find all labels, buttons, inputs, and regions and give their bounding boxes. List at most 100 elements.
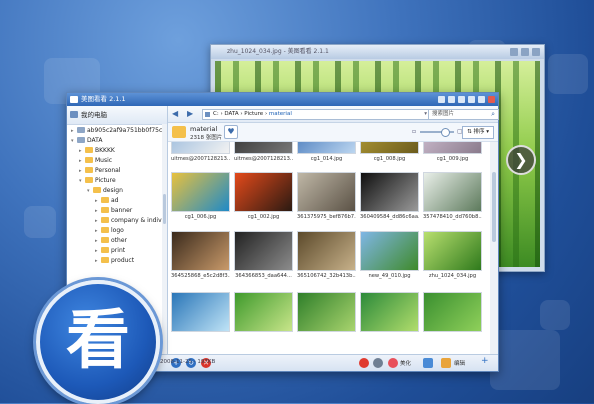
sidebar-item-label: Music (95, 157, 113, 164)
path-segment-current[interactable]: material (269, 111, 292, 117)
sidebar-tree-item[interactable]: ▸ ab905c2af9a751bb0f75c4fa (71, 126, 167, 135)
thumbnail-item[interactable]: cg1_008.jpg (360, 142, 419, 162)
thumbnail-image[interactable] (360, 231, 419, 271)
thumbnail-image[interactable] (171, 231, 230, 271)
close-icon[interactable] (532, 48, 540, 56)
sidebar-tree-item[interactable]: ▸ Music (79, 156, 112, 165)
address-bar[interactable]: C: › DATA › Picture › material ▾ (202, 109, 430, 120)
thumbnail-image[interactable] (171, 172, 230, 212)
sidebar-tree-item[interactable]: ▸company & individual (95, 216, 167, 225)
thumbnail-image[interactable] (423, 172, 482, 212)
sidebar-tree-item[interactable]: ▸ print (95, 246, 125, 255)
thumbnail-item[interactable]: new_49_010.jpg (360, 231, 419, 279)
beautify-label[interactable]: 美化 (400, 359, 411, 367)
favorite-icon[interactable]: ♥ (224, 125, 238, 139)
thumbnail-image[interactable] (360, 292, 419, 332)
thumbnail-item[interactable]: cg1_002.jpg (234, 172, 293, 220)
thumbnail-image[interactable] (423, 231, 482, 271)
path-segment-drive[interactable]: C: (213, 111, 219, 117)
search-input[interactable]: 搜索图片 ⌕ (428, 109, 499, 120)
thumbnail-image[interactable] (297, 231, 356, 271)
thumbnail-image[interactable] (234, 231, 293, 271)
thumbnail-image[interactable] (360, 172, 419, 212)
thumbnail-image[interactable] (423, 292, 482, 332)
frame-icon[interactable] (423, 358, 433, 368)
maximize-icon[interactable] (478, 96, 485, 103)
minimize-icon[interactable] (468, 96, 475, 103)
sidebar-tree-item[interactable]: ▾ DATA (71, 136, 102, 145)
search-icon[interactable]: ⌕ (491, 110, 495, 119)
sort-button[interactable]: ⇅ 排序 ▾ (462, 126, 494, 139)
status-text: 3 - 2008-11-25 - 197KB (151, 359, 216, 365)
sidebar-tree-item[interactable]: ▾ design (87, 186, 123, 195)
sidebar-scroll-thumb[interactable] (163, 194, 166, 224)
sidebar-tree-item[interactable]: ▾ Picture (79, 176, 116, 185)
plus-icon[interactable]: + (481, 356, 489, 366)
sidebar-tree-item[interactable]: ▸ BKKKK (79, 146, 115, 155)
arrow-right-icon[interactable]: ▶ (187, 109, 196, 118)
thumbnail-item[interactable]: 365106742_32b413b... (297, 231, 356, 279)
thumbnail-item[interactable]: 357478410_dd760b8... (423, 172, 482, 220)
thumbnail-image[interactable] (171, 292, 230, 332)
thumbnail-image[interactable] (234, 292, 293, 332)
folder-icon (77, 137, 85, 143)
close-icon[interactable] (488, 96, 495, 103)
sidebar-scrollbar[interactable] (162, 124, 167, 355)
path-segment-data[interactable]: DATA (224, 111, 238, 117)
grid-scroll-thumb[interactable] (492, 172, 496, 242)
thumbnail-image[interactable] (171, 142, 230, 154)
thumbnail-label: new_49_010.jpg (368, 273, 411, 279)
arrow-left-icon[interactable]: ◀ (172, 109, 181, 118)
thumbnail-image[interactable] (297, 142, 356, 154)
thumbnail-item[interactable]: 364366853_daa644... (234, 231, 293, 279)
menu-icon[interactable] (448, 96, 455, 103)
thumbnail-item[interactable]: 360409584_dd86c6aa... (360, 172, 419, 220)
skin-icon[interactable] (438, 96, 445, 103)
thumbnail-item[interactable]: uitmes@2007128213... (234, 142, 293, 162)
thumbnail-item[interactable] (423, 292, 482, 334)
thumbnail-size-handle[interactable] (441, 128, 450, 137)
edit-label[interactable]: 编辑 (454, 359, 465, 367)
settings-icon[interactable] (458, 96, 465, 103)
thumbnail-item[interactable] (234, 292, 293, 334)
thumbnail-item[interactable] (297, 292, 356, 334)
minimize-icon[interactable] (510, 48, 518, 56)
logo-glyph: 看 (66, 304, 130, 378)
thumbnail-image[interactable] (234, 172, 293, 212)
share-icon[interactable] (373, 358, 383, 368)
thumbnail-item[interactable]: cg1_014.jpg (297, 142, 356, 162)
edit-icon[interactable] (441, 358, 451, 368)
sidebar-item-label: design (103, 187, 123, 194)
thumbnail-item[interactable] (171, 292, 230, 334)
thumbnail-image[interactable] (234, 142, 293, 154)
sidebar-tree-item[interactable]: ▸ product (95, 256, 134, 265)
sidebar-tree-item[interactable]: ▸ other (95, 236, 127, 245)
chevron-down-icon[interactable]: ▾ (424, 110, 427, 119)
thumbnail-image[interactable] (423, 142, 482, 154)
thumbnail-item[interactable]: 361375975_bef876b7... (297, 172, 356, 220)
maximize-icon[interactable] (521, 48, 529, 56)
sidebar-tree-item[interactable]: ▸ ad (95, 196, 119, 205)
sidebar-tree-item[interactable]: ▸ banner (95, 206, 132, 215)
thumbnail-image[interactable] (360, 142, 419, 154)
beautify-icon[interactable] (388, 358, 398, 368)
window-controls (438, 96, 495, 103)
folder-icon (101, 257, 109, 263)
navigation-toolbar: ◀ ▶ C: › DATA › Picture › material ▾ 搜索图… (168, 106, 499, 123)
thumbnail-item[interactable]: uitmes@2007128213... (171, 142, 230, 162)
thumbnail-image[interactable] (297, 172, 356, 212)
thumbnail-item[interactable]: 364525868_e5c2d8f3... (171, 231, 230, 279)
thumbnail-item[interactable]: cg1_006.jpg (171, 172, 230, 220)
grid-scrollbar[interactable] (490, 142, 498, 355)
sidebar-tree-item[interactable]: ▸ logo (95, 226, 124, 235)
my-computer-header[interactable]: 我的电脑 (67, 106, 167, 125)
weibo-icon[interactable] (359, 358, 369, 368)
thumbnail-item[interactable]: cg1_009.jpg (423, 142, 482, 162)
thumbnail-item[interactable] (360, 292, 419, 334)
chevron-right-icon[interactable]: ❯ (506, 145, 536, 175)
thumbnail-item[interactable]: zhu_1024_034.jpg (423, 231, 482, 279)
thumbnail-image[interactable] (297, 292, 356, 332)
sidebar-tree-item[interactable]: ▸ Personal (79, 166, 121, 175)
path-segment-picture[interactable]: Picture (244, 111, 263, 117)
zoom-out-icon[interactable]: ▫ (412, 128, 416, 135)
